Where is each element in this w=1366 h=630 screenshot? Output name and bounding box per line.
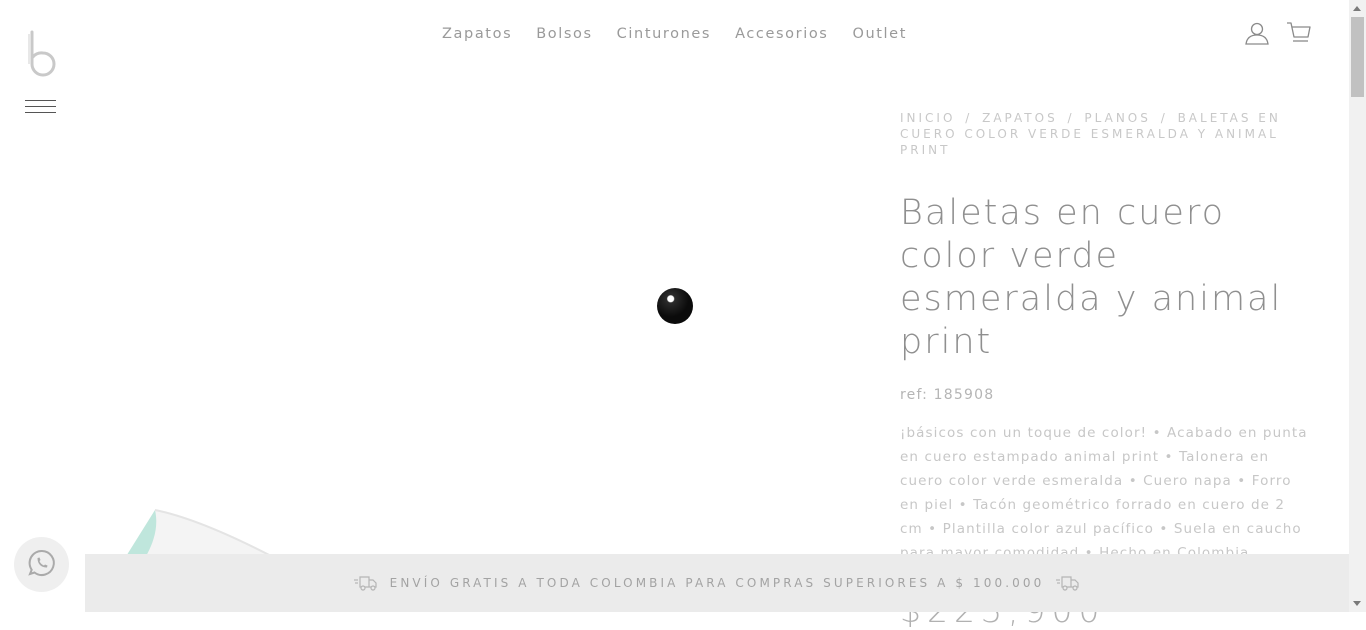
breadcrumb-separator: /	[965, 111, 973, 125]
breadcrumb-separator: /	[1067, 111, 1075, 125]
breadcrumb-planos[interactable]: Planos	[1084, 111, 1150, 125]
nav-item-accesorios[interactable]: Accesorios	[735, 24, 828, 44]
product-title: Baletas en cuero color verde esmeralda y…	[900, 193, 1283, 362]
header-actions	[1244, 20, 1312, 46]
product-description: ¡básicos con un toque de color! • Acabad…	[900, 425, 1308, 561]
nav-item-outlet[interactable]: Outlet	[852, 24, 907, 44]
delivery-truck-icon	[1056, 575, 1080, 591]
breadcrumb: Inicio / Zapatos / Planos / Baletas en c…	[900, 110, 1310, 158]
product-info: Inicio / Zapatos / Planos / Baletas en c…	[900, 110, 1310, 630]
product-ref: ref: 185908	[900, 387, 995, 404]
user-icon[interactable]	[1244, 20, 1270, 46]
nav-item-cinturones[interactable]: Cinturones	[617, 24, 711, 44]
scroll-down-arrow[interactable]	[1353, 601, 1361, 606]
whatsapp-icon	[27, 548, 57, 582]
scroll-thumb[interactable]	[1351, 17, 1364, 97]
whatsapp-button[interactable]	[14, 537, 69, 592]
cart-icon[interactable]	[1286, 20, 1312, 46]
loading-spinner	[657, 288, 693, 324]
breadcrumb-separator: /	[1160, 111, 1168, 125]
vertical-scrollbar[interactable]	[1349, 0, 1366, 612]
breadcrumb-zapatos[interactable]: Zapatos	[982, 111, 1058, 125]
breadcrumb-inicio[interactable]: Inicio	[900, 111, 955, 125]
delivery-truck-icon	[353, 575, 378, 591]
menu-icon[interactable]	[25, 98, 56, 116]
main-nav: Zapatos Bolsos Cinturones Accesorios Out…	[0, 24, 1349, 44]
product-gallery	[85, 80, 855, 554]
nav-item-bolsos[interactable]: Bolsos	[536, 24, 592, 44]
shipping-banner: Envío gratis a toda Colombia para compra…	[85, 554, 1349, 612]
product-image	[125, 508, 325, 554]
nav-item-zapatos[interactable]: Zapatos	[442, 24, 512, 44]
shipping-banner-text: Envío gratis a toda Colombia para compra…	[389, 576, 1045, 590]
scroll-up-arrow[interactable]	[1353, 6, 1361, 11]
